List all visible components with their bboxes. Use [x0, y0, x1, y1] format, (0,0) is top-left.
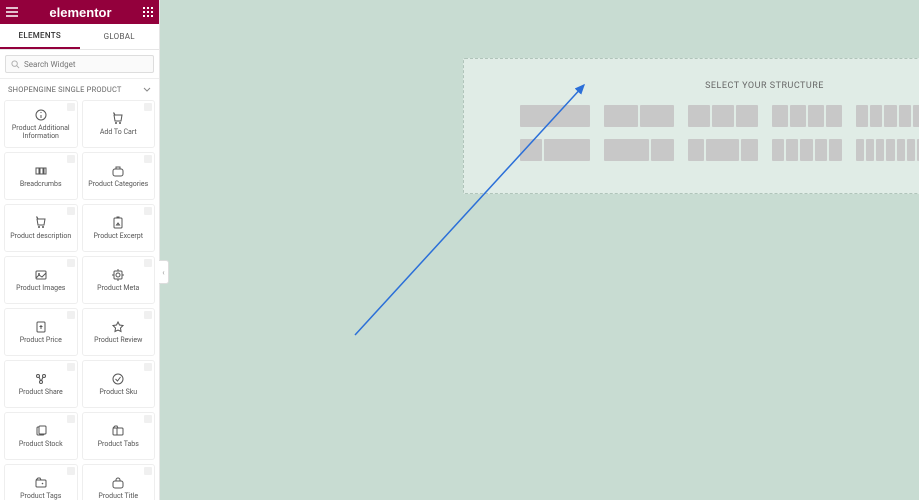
widget-icon [111, 112, 125, 126]
widget-item[interactable]: Product Images [4, 256, 78, 304]
widget-icon [34, 108, 48, 122]
editor-canvas[interactable]: ‹ × SELECT YOUR STRUCTURE [160, 0, 919, 500]
widget-label: Add To Cart [98, 129, 139, 137]
widget-label: Product description [8, 233, 73, 241]
sidebar-collapse-handle[interactable]: ‹ [159, 260, 169, 284]
widget-icon [111, 164, 125, 178]
structure-option[interactable] [520, 139, 590, 161]
chevron-down-icon [143, 85, 151, 94]
structure-option[interactable] [604, 105, 674, 127]
widget-item[interactable]: Product Review [82, 308, 156, 356]
widget-icon [34, 216, 48, 230]
structure-option[interactable] [604, 139, 674, 161]
search-icon [11, 60, 20, 69]
search-box[interactable] [5, 55, 154, 73]
widget-item[interactable]: Product Price [4, 308, 78, 356]
widget-item[interactable]: Product Tabs [82, 412, 156, 460]
menu-icon[interactable] [6, 7, 18, 17]
structure-option[interactable] [856, 105, 919, 127]
widget-item[interactable]: Product Sku [82, 360, 156, 408]
widget-item[interactable]: Product Additional Information [4, 100, 78, 148]
widget-icon [111, 320, 125, 334]
widget-category-header[interactable]: SHOPENGINE SINGLE PRODUCT [0, 79, 159, 100]
widget-label: Product Title [96, 493, 140, 500]
widget-label: Product Tabs [96, 441, 141, 449]
elementor-sidebar: elementor ELEMENTS GLOBAL SHOPENGINE SIN… [0, 0, 160, 500]
widget-label: Product Tags [18, 493, 63, 500]
widget-icon [34, 476, 48, 490]
widget-item[interactable]: Add To Cart [82, 100, 156, 148]
structure-option[interactable] [856, 139, 919, 161]
apps-icon[interactable] [143, 7, 153, 17]
structure-option[interactable] [688, 139, 758, 161]
widget-icon [111, 424, 125, 438]
widget-icon [111, 372, 125, 386]
widget-label: Product Price [18, 337, 64, 345]
structure-option[interactable] [520, 105, 590, 127]
widget-label: Product Images [14, 285, 67, 293]
widget-label: Product Categories [86, 181, 150, 189]
widget-icon [111, 216, 125, 230]
sidebar-header: elementor [0, 0, 159, 24]
widget-label: Product Review [92, 337, 144, 345]
widget-item[interactable]: Product Categories [82, 152, 156, 200]
elementor-logo: elementor [49, 5, 111, 20]
widget-item[interactable]: Product Title [82, 464, 156, 500]
widget-icon [34, 424, 48, 438]
tab-global[interactable]: GLOBAL [80, 24, 160, 49]
widget-label: Product Additional Information [7, 125, 75, 140]
widget-label: Product Share [17, 389, 65, 397]
structure-option[interactable] [772, 105, 842, 127]
widget-list: Product Additional Information Add To Car… [0, 100, 159, 500]
structure-option[interactable] [688, 105, 758, 127]
category-title: SHOPENGINE SINGLE PRODUCT [8, 85, 122, 94]
widget-icon [111, 268, 125, 282]
structure-option[interactable] [772, 139, 842, 161]
widget-label: Product Sku [97, 389, 139, 397]
widget-icon [34, 268, 48, 282]
widget-item[interactable]: Product description [4, 204, 78, 252]
search-input[interactable] [24, 60, 148, 69]
widget-label: Product Meta [95, 285, 141, 293]
widget-icon [34, 164, 48, 178]
tab-elements[interactable]: ELEMENTS [0, 24, 80, 49]
search-wrap [0, 50, 159, 79]
structure-title: SELECT YOUR STRUCTURE [464, 81, 919, 91]
widget-icon [34, 372, 48, 386]
sidebar-tabs: ELEMENTS GLOBAL [0, 24, 159, 50]
structure-options [464, 105, 919, 161]
widget-item[interactable]: Breadcrumbs [4, 152, 78, 200]
widget-label: Product Stock [17, 441, 65, 449]
widget-item[interactable]: Product Meta [82, 256, 156, 304]
widget-item[interactable]: Product Share [4, 360, 78, 408]
structure-panel: × SELECT YOUR STRUCTURE [463, 58, 919, 194]
widget-label: Product Excerpt [91, 233, 145, 241]
widget-icon [34, 320, 48, 334]
widget-item[interactable]: Product Stock [4, 412, 78, 460]
widget-label: Breadcrumbs [18, 181, 64, 189]
widget-item[interactable]: Product Tags [4, 464, 78, 500]
widget-icon [111, 476, 125, 490]
widget-item[interactable]: Product Excerpt [82, 204, 156, 252]
